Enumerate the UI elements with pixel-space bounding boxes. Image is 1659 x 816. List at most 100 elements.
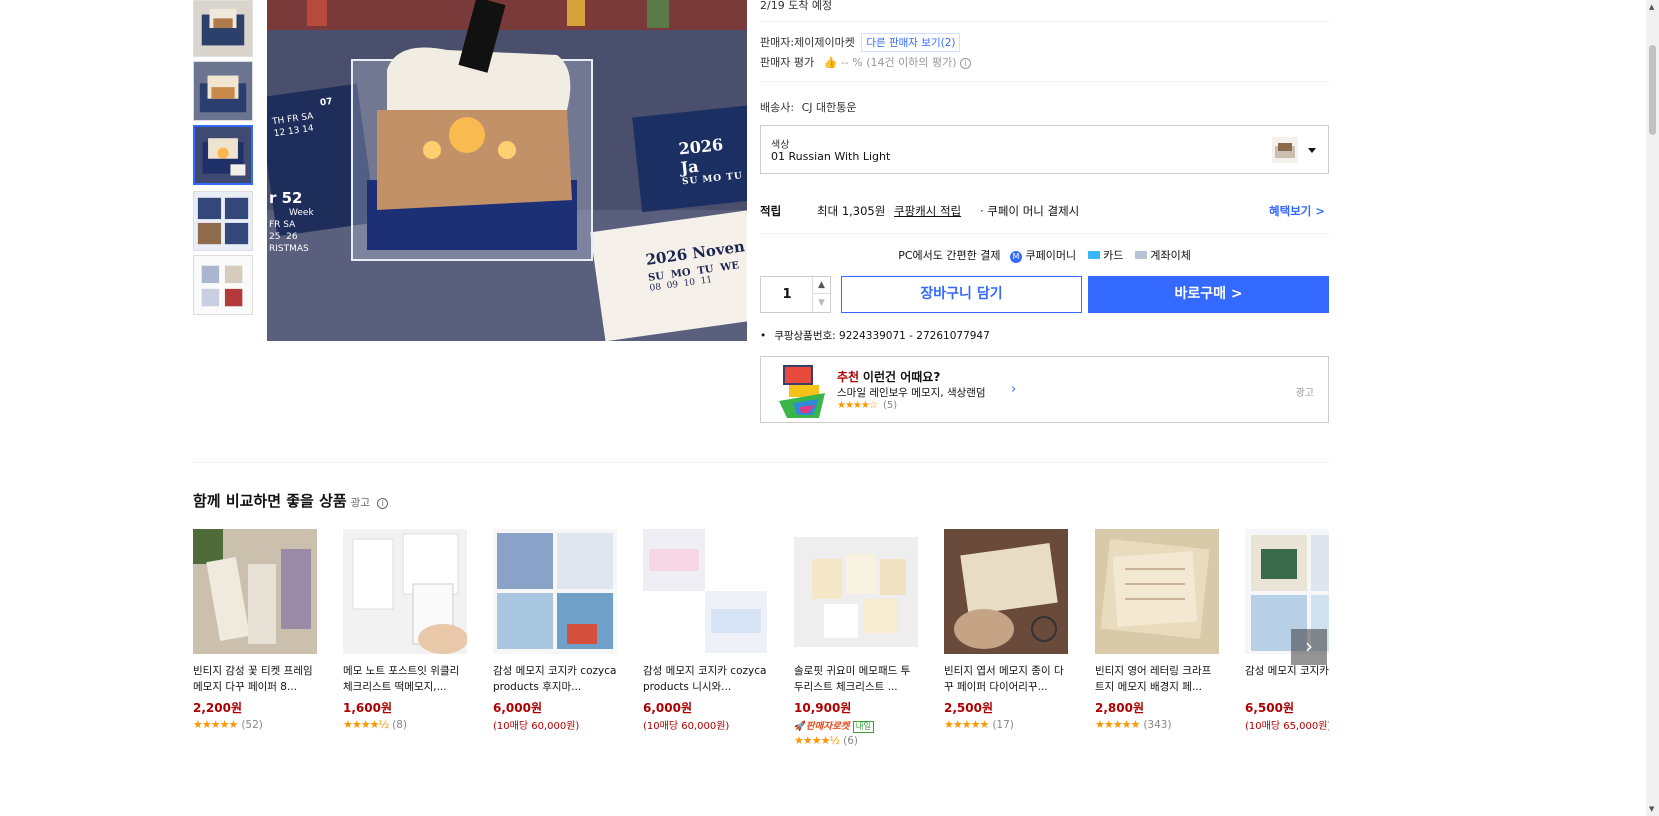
seller-label: 판매자:: [760, 36, 795, 49]
product-card[interactable]: 감성 메모지 코지카 cozyca products 니시와... 6,000원…: [643, 529, 767, 732]
chevron-right-icon[interactable]: ›: [1011, 382, 1016, 397]
tomorrow-badge: 내일: [852, 721, 875, 733]
product-card[interactable]: 메모 노트 포스트잇 위클리 체크리스트 떡메모지,... 1,600원 ★★★…: [343, 529, 467, 731]
rocket-icon: 🚀: [794, 721, 806, 732]
scroll-down-icon[interactable]: ▼: [1649, 805, 1654, 813]
other-sellers-button[interactable]: 다른 판매자 보기(2): [861, 33, 961, 52]
product-name[interactable]: 솔로핏 귀요미 메모패드 투두리스트 체크리스트 ...: [794, 663, 918, 695]
divider: [760, 233, 1329, 234]
product-review-count: (17): [992, 719, 1014, 731]
product-image[interactable]: [944, 529, 1068, 654]
product-name[interactable]: 감성 메모지 코지카 cozyca products 니시와...: [643, 663, 767, 695]
quantity-stepper[interactable]: 1 ▲ ▼: [760, 276, 831, 313]
bullet: •: [760, 330, 767, 342]
rocket-badge: 🚀판매자로켓 내일: [794, 718, 918, 733]
product-price: 6,000원: [643, 701, 692, 715]
product-stars: ★★★★½: [794, 734, 840, 747]
buy-now-button[interactable]: 바로구매 >: [1088, 276, 1329, 313]
rocket-label: 판매자로켓: [805, 721, 850, 732]
seller-rating-row: 판매자 평가 👍 -- % (14건 이하의 평가) i: [760, 54, 1329, 70]
main-product-image[interactable]: 2026 Ja SU MO TU 2026 Noven SU MO TU WE …: [267, 0, 747, 341]
thumbnail-1[interactable]: [193, 0, 253, 57]
ad-label: 광고: [1295, 388, 1314, 399]
product-card[interactable]: 빈티지 영어 레터링 크라프트지 메모지 배경지 페... 2,800원 ★★★…: [1095, 529, 1219, 731]
product-name[interactable]: 감성 메모지 코지카 cozyca products 3...: [1245, 663, 1329, 695]
thumbnail-4[interactable]: [193, 191, 253, 251]
product-image[interactable]: [193, 529, 317, 654]
quantity-decrease-icon[interactable]: ▼: [812, 295, 830, 312]
product-code-text: 쿠팡상품번호: 9224339071 - 27261077947: [774, 330, 990, 342]
product-name[interactable]: 빈티지 엽서 메모지 종이 다꾸 페이퍼 다이어리꾸...: [944, 663, 1068, 695]
product-rating: ★★★★★ (52): [193, 718, 317, 731]
points-label: 적립: [760, 204, 782, 218]
product-rating: ★★★★★ (343): [1095, 718, 1219, 731]
product-card[interactable]: 솔로핏 귀요미 메모패드 투두리스트 체크리스트 ... 10,900원 🚀판매…: [794, 529, 918, 747]
product-stars: ★★★★★: [944, 718, 989, 731]
calendar-3-num: 52: [281, 189, 303, 207]
shipping-label: 배송사:: [760, 101, 795, 114]
product-rating: ★★★★½ (8): [343, 718, 467, 731]
scrollbar-thumb[interactable]: [1649, 45, 1656, 135]
product-image[interactable]: [343, 529, 467, 654]
recommend-title: 이런건 어때요?: [862, 370, 941, 384]
product-rating: ★★★★½ (6): [794, 734, 918, 747]
option-thumbnail: [1272, 137, 1298, 163]
product-review-count: (52): [241, 719, 263, 731]
points-link[interactable]: 쿠팡캐시 적립: [894, 203, 961, 219]
thumbnail-3[interactable]: [193, 125, 253, 185]
info-icon[interactable]: i: [960, 58, 971, 69]
color-option-select[interactable]: 색상 01 Russian With Light: [760, 125, 1329, 174]
product-name[interactable]: 빈티지 영어 레터링 크라프트지 메모지 배경지 페...: [1095, 663, 1219, 695]
card-icon: [1087, 251, 1100, 259]
product-price: 6,000원: [493, 701, 542, 715]
compare-section-title: 함께 비교하면 좋을 상품 광고 i: [193, 490, 389, 511]
scroll-up-icon[interactable]: ▲: [1649, 3, 1654, 11]
delivery-arrival: 2/19 도착 예정: [760, 0, 833, 12]
product-image[interactable]: [794, 529, 918, 654]
compare-ad-label: 광고: [350, 497, 370, 509]
product-image[interactable]: [493, 529, 617, 654]
product-unit-price: (10매당 60,000원): [643, 721, 730, 732]
product-card[interactable]: 빈티지 감성 꽃 티켓 프레임 메모지 다꾸 페이퍼 8... 2,200원 ★…: [193, 529, 317, 731]
coupay-icon: M: [1009, 251, 1022, 263]
divider: [193, 462, 1329, 463]
thumbnail-5[interactable]: [193, 255, 253, 315]
product-image[interactable]: [643, 529, 767, 654]
product-name[interactable]: 메모 노트 포스트잇 위클리 체크리스트 떡메모지,...: [343, 663, 467, 695]
payment-method-1: 쿠페이머니: [1025, 249, 1077, 262]
calendar-card-1: 2026 Ja SU MO TU: [678, 133, 747, 187]
seller-name[interactable]: 제이제이마켓: [794, 36, 855, 49]
product-price: 10,900원: [794, 701, 852, 715]
product-unit-price: (10매당 65,000원): [1245, 721, 1329, 732]
quantity-input[interactable]: 1: [761, 277, 813, 312]
info-icon[interactable]: i: [377, 498, 389, 509]
thumbnail-2[interactable]: [193, 61, 253, 121]
recommend-image: [779, 363, 825, 418]
product-card[interactable]: 빈티지 엽서 메모지 종이 다꾸 페이퍼 다이어리꾸... 2,500원 ★★★…: [944, 529, 1068, 731]
product-price: 2,800원: [1095, 701, 1144, 715]
divider: [760, 81, 1329, 82]
add-to-cart-button[interactable]: 장바구니 담기: [841, 276, 1082, 313]
recommend-stars: ★★★★☆: [837, 400, 878, 411]
recommend-tag: 추천: [837, 370, 860, 384]
product-name[interactable]: 빈티지 감성 꽃 티켓 프레임 메모지 다꾸 페이퍼 8...: [193, 663, 317, 695]
product-review-count: (343): [1143, 719, 1172, 731]
product-image[interactable]: [1095, 529, 1219, 654]
recommend-box[interactable]: 추천 이런건 어때요? 스마일 레인보우 메모지, 색상랜덤 › ★★★★☆ (…: [760, 356, 1329, 423]
product-review-count: (8): [392, 719, 407, 731]
product-name[interactable]: 감성 메모지 코지카 cozyca products 후지마...: [493, 663, 617, 695]
product-stars: ★★★★★: [1095, 718, 1140, 731]
calendar-3-note: RISTMAS: [269, 244, 309, 254]
product-price: 6,500원: [1245, 701, 1294, 715]
page-scrollbar[interactable]: ▲ ▼: [1646, 0, 1659, 816]
calendar-3-days: FR SA: [269, 220, 296, 230]
carousel-next-button[interactable]: ›: [1291, 629, 1327, 665]
thumbs-up-icon: 👍: [823, 56, 838, 69]
product-code: • 쿠팡상품번호: 9224339071 - 27261077947: [760, 328, 990, 343]
benefit-link[interactable]: 혜택보기 >: [1269, 203, 1325, 219]
quantity-increase-icon[interactable]: ▲: [812, 277, 830, 294]
recommend-name[interactable]: 스마일 레인보우 메모지, 색상랜덤: [837, 385, 986, 400]
shipping-row: 배송사: CJ 대한통운: [760, 99, 1329, 115]
product-card[interactable]: 감성 메모지 코지카 cozyca products 후지마... 6,000원…: [493, 529, 617, 732]
recommend-rating: ★★★★☆ (5): [837, 400, 897, 411]
